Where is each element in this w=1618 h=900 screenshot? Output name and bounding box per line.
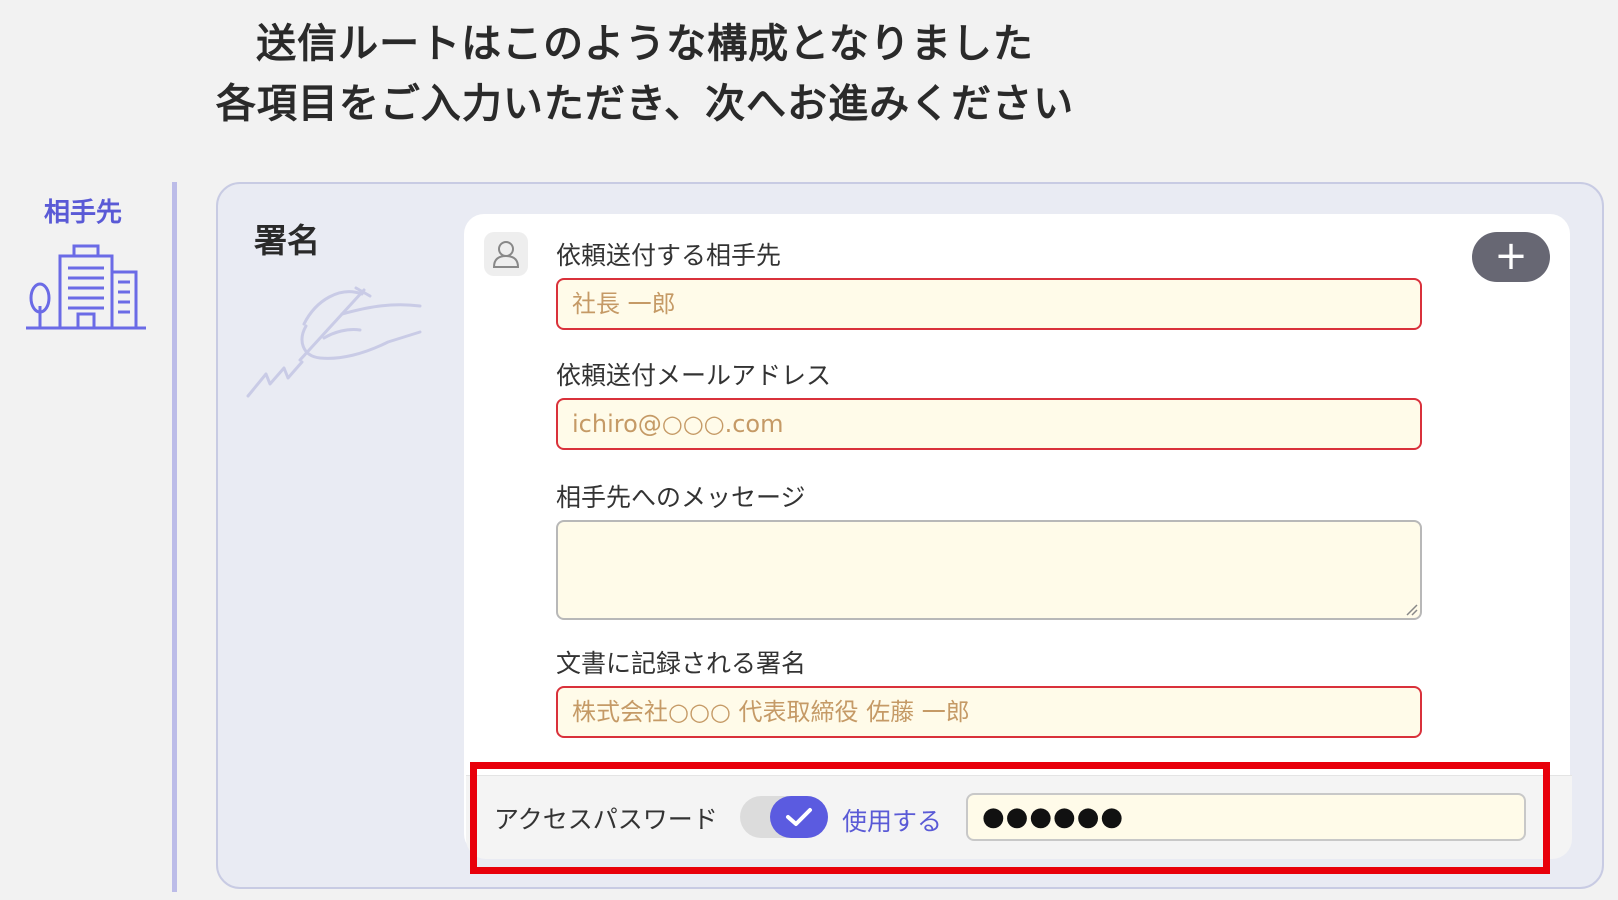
building-icon — [26, 244, 146, 336]
resize-grip-icon[interactable] — [1404, 602, 1418, 616]
message-label: 相手先へのメッセージ — [556, 483, 806, 512]
signature-input[interactable]: 株式会社○○○ 代表取締役 佐藤 一郎 — [556, 686, 1422, 738]
recipient-name-input[interactable]: 社長 一郎 — [556, 278, 1422, 330]
message-textarea[interactable] — [556, 520, 1422, 620]
heading-line-2: 各項目をご入力いただき、次へお進みください — [215, 81, 1075, 127]
recipient-email-label: 依頼送付メールアドレス — [556, 361, 832, 390]
person-icon — [484, 232, 528, 276]
signature-label: 文書に記録される署名 — [556, 649, 807, 678]
heading-line-1: 送信ルートはこのような構成となりました — [256, 21, 1034, 67]
page-heading: 送信ルートはこのような構成となりました 各項目をご入力いただき、次へお進みくださ… — [0, 14, 1290, 134]
hand-signing-icon — [244, 284, 424, 408]
recipient-email-input[interactable]: ichiro@○○○.com — [556, 398, 1422, 450]
highlight-annotation — [470, 762, 1550, 874]
add-recipient-button[interactable]: + — [1472, 232, 1550, 282]
panel-title: 署名 — [254, 221, 320, 260]
sidebar-divider — [172, 182, 177, 892]
recipient-name-label: 依頼送付する相手先 — [556, 241, 782, 270]
sidebar-label: 相手先 — [44, 198, 123, 228]
